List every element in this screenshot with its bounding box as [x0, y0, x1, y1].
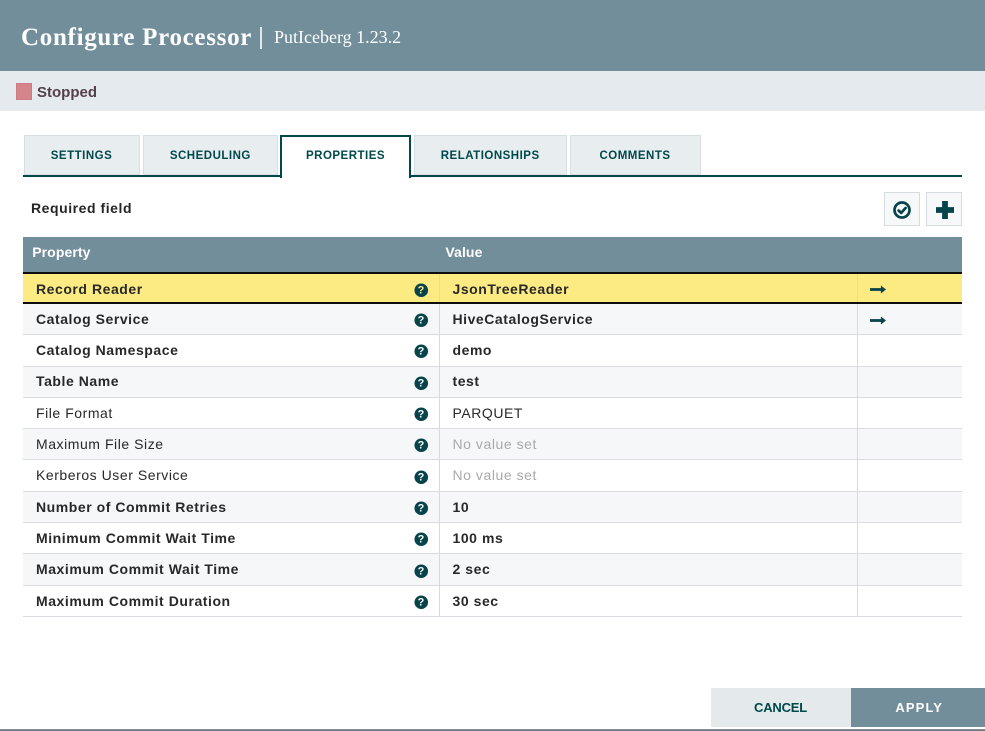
svg-text:?: ? [418, 284, 425, 296]
svg-text:?: ? [418, 596, 425, 608]
svg-text:?: ? [418, 565, 425, 577]
svg-text:?: ? [418, 346, 425, 358]
svg-text:?: ? [418, 502, 425, 514]
svg-text:?: ? [418, 534, 425, 546]
svg-text:?: ? [418, 377, 425, 389]
svg-text:?: ? [418, 471, 425, 483]
svg-text:?: ? [418, 315, 425, 327]
svg-text:?: ? [418, 440, 425, 452]
svg-text:?: ? [418, 409, 425, 421]
